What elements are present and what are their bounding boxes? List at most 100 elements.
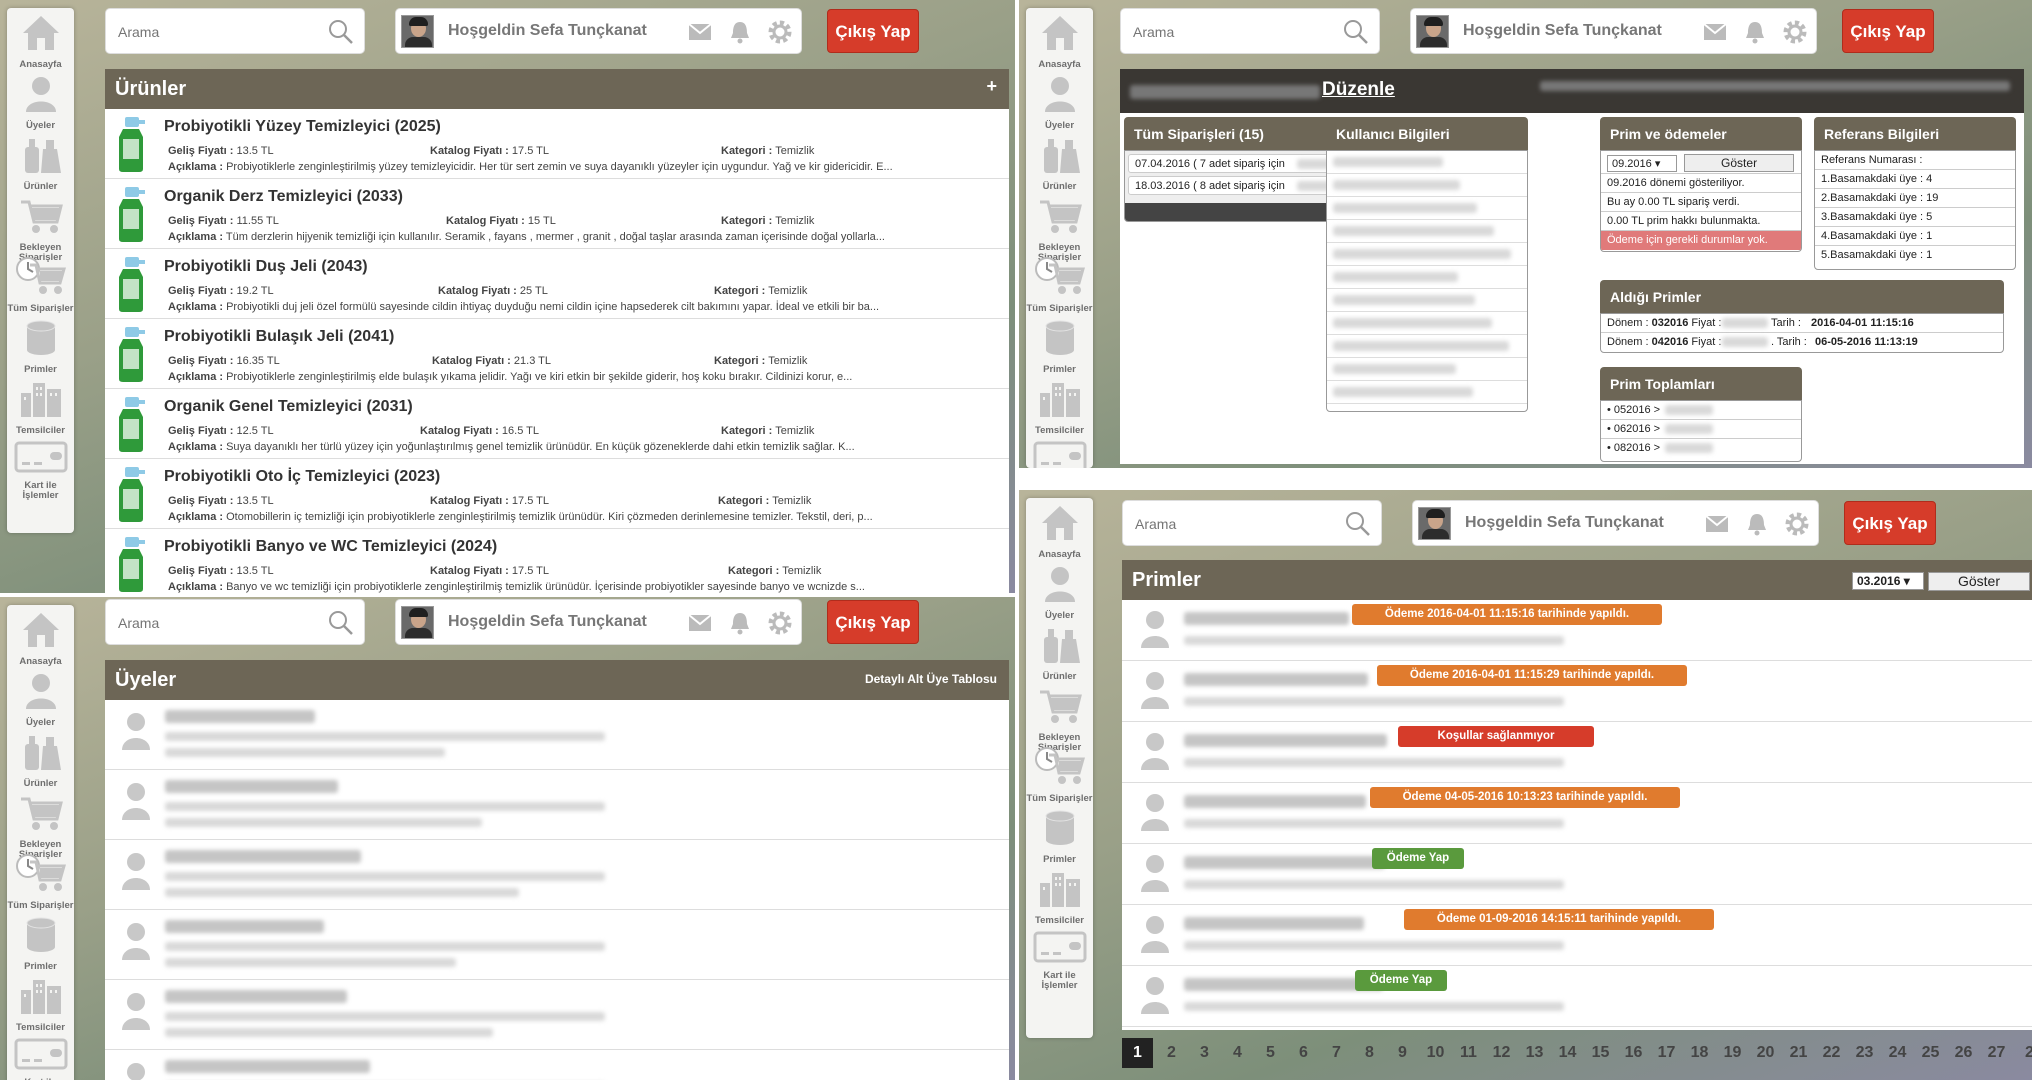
logout-button[interactable]: Çıkış Yap [827,600,919,644]
detailed-table-link[interactable]: Detaylı Alt Üye Tablosu [865,672,997,686]
sidebar-item-bekleyen-siparişler[interactable]: Bekleyen Siparişler [7,788,74,860]
page-7[interactable]: 7 [1320,1038,1353,1068]
product-row[interactable]: Probiyotikli Banyo ve WC Temizleyici (20… [105,529,1009,593]
member-row[interactable] [105,700,1009,770]
period-select[interactable]: 03.2016 ▾ [1852,572,1924,590]
product-row[interactable]: Organik Genel Temizleyici (2031) Geliş Fi… [105,389,1009,459]
prim-row[interactable]: Ödeme 01-09-2016 14:15:11 tarihinde yapı… [1122,905,2032,966]
sidebar-item-anasayfa[interactable]: Anasayfa [7,605,74,667]
sidebar-item-anasayfa[interactable]: Anasayfa [1026,8,1093,70]
page-10[interactable]: 10 [1419,1038,1452,1068]
search-icon[interactable] [328,19,354,45]
page-6[interactable]: 6 [1287,1038,1320,1068]
prim-row[interactable]: Ödeme 04-05-2016 10:13:23 tarihinde yapı… [1122,783,2032,844]
member-row[interactable] [105,840,1009,910]
logout-button[interactable]: Çıkış Yap [827,9,919,53]
page-1[interactable]: 1 [1122,1038,1153,1068]
member-row[interactable] [105,1050,1009,1080]
page-19[interactable]: 19 [1716,1038,1749,1068]
pay-button[interactable]: Ödeme Yap [1355,970,1447,991]
sidebar-item-bekleyen-siparişler[interactable]: Bekleyen Siparişler [1026,191,1093,263]
mail-icon[interactable] [688,23,712,41]
sidebar-item-kart-ile-i-şlemler[interactable]: Kart ile İşlemler [1026,925,1093,991]
search-box[interactable] [1122,500,1382,546]
sidebar-item-üyeler[interactable]: Üyeler [7,69,74,131]
sidebar-item-kart-ile-i-şlemler[interactable]: Kart ile İşlemler [1026,435,1093,468]
gear-icon[interactable] [1784,511,1810,537]
logout-button[interactable]: Çıkış Yap [1842,9,1934,53]
product-row[interactable]: Probiyotikli Bulaşık Jeli (2041) Geliş Fi… [105,319,1009,389]
sidebar-item-primler[interactable]: Primler [1026,313,1093,375]
sidebar-item-temsilciler[interactable]: Temsilciler [1026,374,1093,436]
search-box[interactable] [1120,8,1380,54]
sidebar-item-tüm-siparişler[interactable]: Tüm Siparişler [7,849,74,911]
search-input[interactable] [118,24,318,40]
page-8[interactable]: 8 [1353,1038,1386,1068]
product-row[interactable]: Probiyotikli Oto İç Temizleyici (2023) Ge… [105,459,1009,529]
search-input[interactable] [1135,516,1335,532]
product-title[interactable]: Probiyotikli Duş Jeli (2043) [164,258,368,276]
sidebar-item-temsilciler[interactable]: Temsilciler [1026,864,1093,926]
sidebar-item-primler[interactable]: Primler [7,910,74,972]
search-icon[interactable] [328,610,354,636]
page-21[interactable]: 21 [1782,1038,1815,1068]
sidebar-item-temsilciler[interactable]: Temsilciler [7,971,74,1033]
bell-icon[interactable] [729,611,751,635]
sidebar-item-tüm-siparişler[interactable]: Tüm Siparişler [1026,742,1093,804]
gear-icon[interactable] [1782,19,1808,45]
sidebar-item-üyeler[interactable]: Üyeler [7,666,74,728]
sidebar-item-primler[interactable]: Primler [7,313,74,375]
mail-icon[interactable] [688,614,712,632]
sidebar-item-ürünler[interactable]: Ürünler [1026,620,1093,682]
sidebar-item-üyeler[interactable]: Üyeler [1026,69,1093,131]
sidebar-item-üyeler[interactable]: Üyeler [1026,559,1093,621]
sidebar-item-ürünler[interactable]: Ürünler [1026,130,1093,192]
logout-button[interactable]: Çıkış Yap [1844,501,1936,545]
mail-icon[interactable] [1703,23,1727,41]
page-12[interactable]: 12 [1485,1038,1518,1068]
page-17[interactable]: 17 [1650,1038,1683,1068]
sidebar-item-ürünler[interactable]: Ürünler [7,130,74,192]
page-20[interactable]: 20 [1749,1038,1782,1068]
page-13[interactable]: 13 [1518,1038,1551,1068]
page-18[interactable]: 18 [1683,1038,1716,1068]
show-button[interactable]: Göster [1684,154,1795,172]
bell-icon[interactable] [1746,512,1768,536]
edit-link[interactable]: Düzenle [1322,79,1395,101]
pay-button[interactable]: Ödeme Yap [1372,848,1464,869]
bell-icon[interactable] [729,20,751,44]
search-icon[interactable] [1345,511,1371,537]
page-16[interactable]: 16 [1617,1038,1650,1068]
page-3[interactable]: 3 [1188,1038,1221,1068]
avatar[interactable] [401,606,434,639]
page-4[interactable]: 4 [1221,1038,1254,1068]
bell-icon[interactable] [1744,20,1766,44]
sidebar-item-anasayfa[interactable]: Anasayfa [1026,498,1093,560]
search-input[interactable] [1133,24,1333,40]
sidebar-item-anasayfa[interactable]: Anasayfa [7,8,74,70]
page-5[interactable]: 5 [1254,1038,1287,1068]
add-product-button[interactable]: + [986,76,997,97]
prim-row[interactable]: Ödeme 2016-04-01 11:15:29 tarihinde yapı… [1122,661,2032,722]
show-button[interactable]: Göster [1928,572,2030,591]
member-row[interactable] [105,980,1009,1050]
page-2[interactable]: 2 [2013,1038,2032,1068]
sidebar-item-tüm-siparişler[interactable]: Tüm Siparişler [7,252,74,314]
search-input[interactable] [118,615,318,631]
page-23[interactable]: 23 [1848,1038,1881,1068]
product-title[interactable]: Probiyotikli Oto İç Temizleyici (2023) [164,468,440,486]
page-2[interactable]: 2 [1155,1038,1188,1068]
avatar[interactable] [1416,15,1449,48]
page-14[interactable]: 14 [1551,1038,1584,1068]
sidebar-item-kart-ile-i-şlemler[interactable]: Kart ile İşlemler [7,1032,74,1080]
page-27[interactable]: 27 [1980,1038,2013,1068]
prim-row[interactable]: Ödeme 2016-04-01 11:15:16 tarihinde yapı… [1122,600,2032,661]
product-title[interactable]: Organik Genel Temizleyici (2031) [164,398,413,416]
search-box[interactable] [105,599,365,645]
product-row[interactable]: Probiyotikli Yüzey Temizleyici (2025) Gel… [105,109,1009,179]
gear-icon[interactable] [767,610,793,636]
sidebar-item-ürünler[interactable]: Ürünler [7,727,74,789]
sidebar-item-kart-ile-i-şlemler[interactable]: Kart ile İşlemler [7,435,74,501]
sidebar-item-bekleyen-siparişler[interactable]: Bekleyen Siparişler [1026,681,1093,753]
avatar[interactable] [401,15,434,48]
